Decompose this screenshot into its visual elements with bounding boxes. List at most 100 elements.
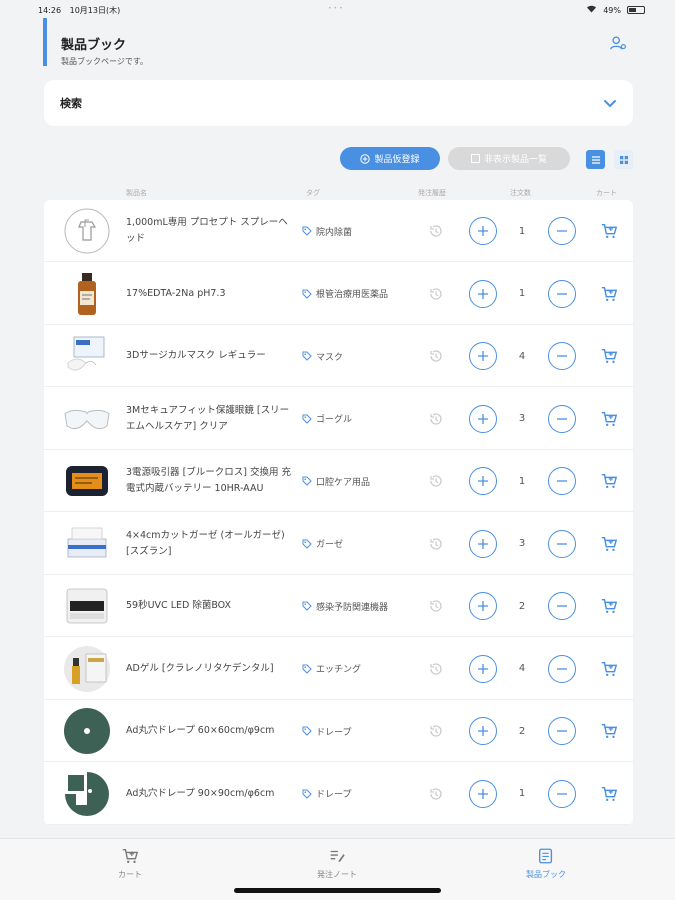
product-tag[interactable]: ゴーグル [302, 388, 352, 450]
quantity-value: 1 [518, 475, 526, 487]
add-to-cart-icon[interactable] [600, 347, 618, 365]
add-to-cart-icon[interactable] [600, 785, 618, 803]
product-name[interactable]: ADゲル [クラレノリタケデンタル] [126, 638, 296, 700]
quantity-value: 2 [518, 725, 526, 737]
history-icon[interactable] [428, 598, 444, 614]
product-row[interactable]: 3Mセキュアフィット保護眼鏡 [スリーエムヘルスケア] クリア ゴーグル 3 [44, 388, 633, 450]
product-row[interactable]: 3Dサージカルマスク レギュラー マスク 4 [44, 325, 633, 387]
add-to-cart-icon[interactable] [600, 722, 618, 740]
multitask-dots-icon[interactable]: ••• [328, 5, 348, 12]
add-to-cart-icon[interactable] [600, 660, 618, 678]
product-name[interactable]: 3Mセキュアフィット保護眼鏡 [スリーエムヘルスケア] クリア [126, 388, 296, 450]
product-row[interactable]: 17%EDTA-2Na pH7.3 根管治療用医薬品 1 [44, 263, 633, 325]
product-tag[interactable]: エッチング [302, 638, 361, 700]
product-name[interactable]: 3電源吸引器 [ブルークロス] 交換用 充電式内蔵バッテリー 10HR-AAU [126, 450, 296, 512]
increase-quantity-button[interactable] [469, 217, 497, 245]
product-tag[interactable]: 院内除菌 [302, 200, 352, 262]
decrease-quantity-button[interactable] [548, 217, 576, 245]
product-thumbnail[interactable] [62, 706, 112, 756]
product-name[interactable]: 59秒UVC LED 除菌BOX [126, 575, 296, 637]
decrease-quantity-button[interactable] [548, 467, 576, 495]
product-name[interactable]: Ad丸穴ドレープ 60×60cm/φ9cm [126, 700, 296, 762]
increase-quantity-button[interactable] [469, 592, 497, 620]
home-indicator[interactable] [234, 888, 441, 893]
hidden-products-button[interactable]: 非表示製品一覧 [448, 147, 570, 170]
product-row[interactable]: Ad丸穴ドレープ 60×60cm/φ9cm ドレープ 2 [44, 700, 633, 762]
increase-quantity-button[interactable] [469, 717, 497, 745]
product-tag[interactable]: ドレープ [302, 700, 351, 762]
decrease-quantity-button[interactable] [548, 529, 576, 558]
add-to-cart-icon[interactable] [600, 410, 618, 428]
product-thumbnail[interactable] [62, 456, 112, 506]
history-icon[interactable] [428, 223, 444, 239]
tab-product-book[interactable]: 製品ブック [486, 847, 606, 880]
product-tag[interactable]: ガーゼ [302, 513, 343, 575]
tab-order-note[interactable]: 発注ノート [277, 847, 397, 880]
product-thumbnail[interactable] [62, 394, 112, 444]
decrease-quantity-button[interactable] [548, 404, 576, 433]
product-tag[interactable]: 感染予防関連機器 [302, 575, 388, 637]
decrease-quantity-button[interactable] [548, 717, 576, 745]
product-thumbnail[interactable] [62, 644, 112, 694]
decrease-quantity-button[interactable] [548, 654, 576, 683]
product-thumbnail[interactable] [62, 581, 112, 631]
product-name[interactable]: 17%EDTA-2Na pH7.3 [126, 263, 296, 325]
product-tag[interactable]: 口腔ケア用品 [302, 450, 370, 512]
product-tag[interactable]: マスク [302, 325, 343, 387]
product-thumbnail[interactable] [62, 206, 112, 256]
product-thumbnail[interactable] [62, 769, 112, 819]
decrease-quantity-button[interactable] [548, 592, 576, 620]
decrease-quantity-button[interactable] [548, 342, 576, 370]
action-row: 製品仮登録 非表示製品一覧 [340, 147, 570, 170]
product-row[interactable]: 1,000mL専用 プロセプト スプレーヘッド 院内除菌 1 [44, 200, 633, 262]
add-to-cart-icon[interactable] [600, 222, 618, 240]
add-to-cart-icon[interactable] [600, 535, 618, 553]
increase-quantity-button[interactable] [469, 654, 497, 683]
history-icon[interactable] [428, 286, 444, 302]
increase-quantity-button[interactable] [469, 404, 497, 433]
add-to-cart-icon[interactable] [600, 472, 618, 490]
product-row[interactable]: Ad丸穴ドレープ 90×90cm/φ6cm ドレープ 1 [44, 763, 633, 825]
product-name[interactable]: 4×4cmカットガーゼ (オールガーゼ) [スズラン] [126, 513, 296, 575]
increase-quantity-button[interactable] [469, 467, 497, 495]
increase-quantity-button[interactable] [469, 342, 497, 370]
list-view-toggle[interactable] [586, 150, 605, 169]
decrease-quantity-button[interactable] [548, 779, 576, 808]
product-name[interactable]: Ad丸穴ドレープ 90×90cm/φ6cm [126, 763, 296, 825]
history-icon[interactable] [428, 723, 444, 739]
increase-quantity-button[interactable] [469, 779, 497, 808]
product-name[interactable]: 3Dサージカルマスク レギュラー [126, 325, 296, 387]
product-tag[interactable]: ドレープ [302, 763, 351, 825]
history-icon[interactable] [428, 786, 444, 802]
decrease-quantity-button[interactable] [548, 279, 576, 308]
product-thumbnail[interactable] [62, 519, 112, 569]
grid-view-toggle[interactable] [614, 150, 633, 169]
quantity-value: 1 [518, 788, 526, 799]
chevron-down-icon[interactable] [603, 96, 617, 110]
product-thumbnail[interactable] [62, 269, 112, 319]
user-settings-icon[interactable] [609, 34, 627, 52]
product-row[interactable]: 4×4cmカットガーゼ (オールガーゼ) [スズラン] ガーゼ 3 [44, 513, 633, 575]
battery-percent: 49% [603, 5, 621, 15]
history-icon[interactable] [428, 536, 444, 552]
history-icon[interactable] [428, 348, 444, 364]
product-row[interactable]: ADゲル [クラレノリタケデンタル] エッチング 4 [44, 638, 633, 700]
add-to-cart-icon[interactable] [600, 597, 618, 615]
product-row[interactable]: 59秒UVC LED 除菌BOX 感染予防関連機器 2 [44, 575, 633, 637]
product-name[interactable]: 1,000mL専用 プロセプト スプレーヘッド [126, 200, 296, 262]
history-icon[interactable] [428, 411, 444, 427]
increase-quantity-button[interactable] [469, 529, 497, 558]
search-panel[interactable]: 検索 [44, 80, 633, 126]
increase-quantity-button[interactable] [469, 279, 497, 308]
tab-cart[interactable]: カート [70, 847, 190, 880]
product-tag[interactable]: 根管治療用医薬品 [302, 263, 388, 325]
history-icon[interactable] [428, 473, 444, 489]
minus-icon [557, 730, 567, 732]
add-to-cart-icon[interactable] [600, 285, 618, 303]
quantity-value: 4 [518, 663, 526, 674]
product-thumbnail[interactable] [62, 331, 112, 381]
product-row[interactable]: 3電源吸引器 [ブルークロス] 交換用 充電式内蔵バッテリー 10HR-AAU … [44, 450, 633, 512]
register-product-button[interactable]: 製品仮登録 [340, 147, 440, 170]
column-tag: タグ [306, 189, 320, 197]
history-icon[interactable] [428, 661, 444, 677]
